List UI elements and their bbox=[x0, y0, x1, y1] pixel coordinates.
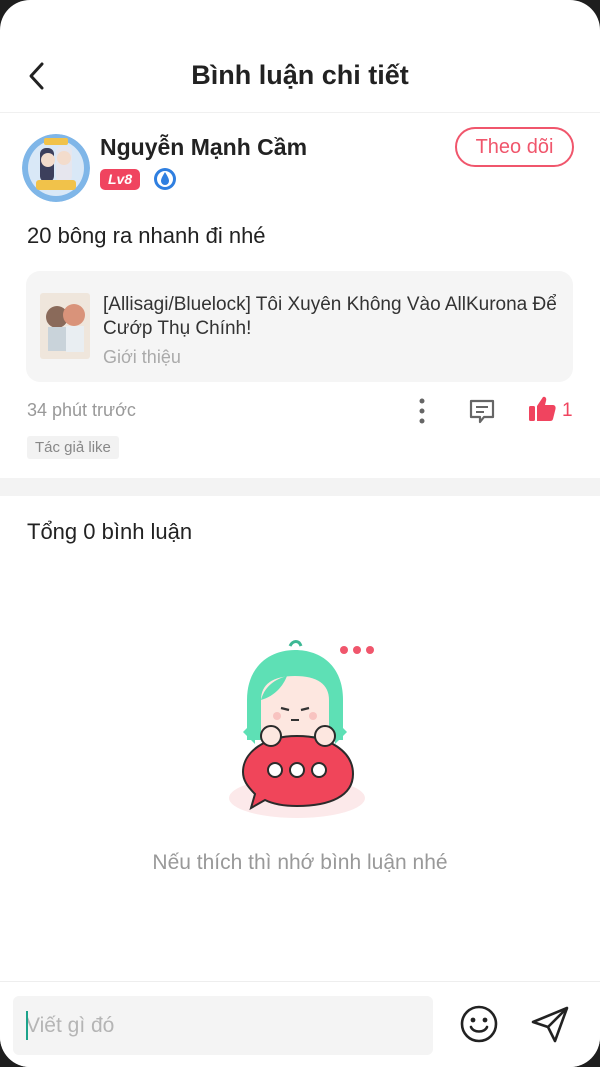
comment-total: Tổng 0 bình luận bbox=[27, 519, 193, 544]
author-like-tag: Tác giả like bbox=[27, 436, 119, 459]
text-caret bbox=[26, 1011, 28, 1040]
section-divider bbox=[0, 478, 600, 496]
comment-composer bbox=[0, 981, 600, 1067]
empty-mascot-illustration bbox=[225, 636, 380, 822]
emoji-icon bbox=[460, 1005, 498, 1043]
like-icon bbox=[529, 396, 556, 421]
like-count: 1 bbox=[562, 400, 573, 421]
book-subtitle: Giới thiệu bbox=[103, 347, 181, 367]
comment-input[interactable] bbox=[13, 996, 433, 1055]
follow-button[interactable]: Theo dõi bbox=[455, 127, 574, 167]
send-icon bbox=[531, 1006, 569, 1043]
send-button[interactable] bbox=[528, 1002, 572, 1046]
header: Bình luận chi tiết bbox=[0, 0, 600, 113]
book-card[interactable]: [Allisagi/Bluelock] Tôi Xuyên Không Vào … bbox=[26, 271, 573, 382]
page-title: Bình luận chi tiết bbox=[191, 60, 409, 90]
avatar[interactable] bbox=[22, 134, 90, 202]
empty-state-text: Nếu thích thì nhớ bình luận nhé bbox=[152, 851, 448, 874]
level-badge: Lv8 bbox=[100, 169, 141, 190]
screen: Bình luận chi tiết Nguyễn Mạnh Cầm Lv8 T… bbox=[0, 0, 600, 1067]
book-title: [Allisagi/Bluelock] Tôi Xuyên Không Vào … bbox=[103, 294, 557, 339]
book-cover bbox=[40, 293, 90, 359]
username[interactable]: Nguyễn Mạnh Cầm bbox=[100, 134, 307, 161]
more-icon bbox=[419, 398, 425, 424]
post-text: 20 bông ra nhanh đi nhé bbox=[27, 223, 266, 248]
comment-button[interactable] bbox=[466, 395, 498, 427]
comment-icon bbox=[469, 399, 495, 424]
more-button[interactable] bbox=[406, 396, 438, 426]
like-button[interactable] bbox=[526, 393, 558, 425]
emoji-button[interactable] bbox=[459, 1004, 499, 1044]
post-time: 34 phút trước bbox=[27, 400, 136, 420]
vip-drop-icon bbox=[153, 167, 177, 191]
